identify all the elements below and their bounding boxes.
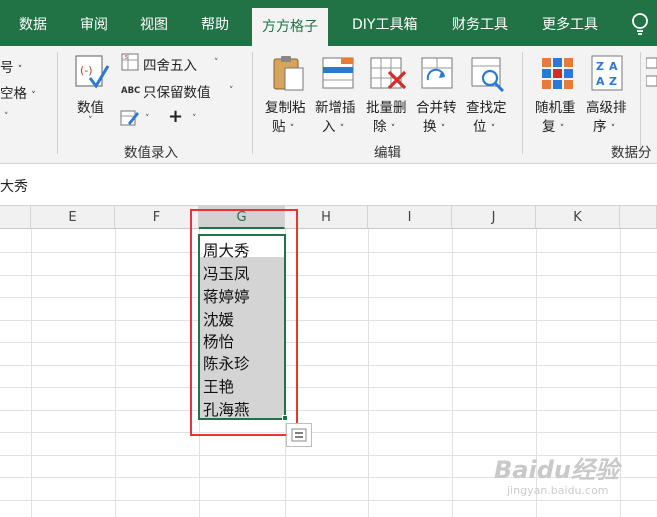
merge-convert-button-line2[interactable]: 换 ˅ <box>423 115 445 135</box>
plus-icon[interactable]: + <box>168 106 183 127</box>
chevron-down-icon[interactable]: ˅ <box>229 86 234 96</box>
partial-icon <box>646 57 657 87</box>
advanced-sort-button[interactable]: 高级排 <box>586 96 627 116</box>
gridline <box>0 275 657 276</box>
find-locate-button[interactable]: 查找定 <box>466 96 507 116</box>
svg-text:A: A <box>596 75 605 88</box>
tab-finance-tools[interactable]: 财务工具 <box>452 0 508 46</box>
ribbon-item-partial-1[interactable]: 号 ˅ <box>0 56 22 76</box>
tab-fangfang[interactable]: 方方格子 <box>252 8 328 46</box>
gridline <box>0 410 657 411</box>
insert-rows-icon[interactable] <box>321 56 355 90</box>
svg-text:.5: .5 <box>123 55 128 61</box>
merge-convert-icon[interactable] <box>420 56 454 90</box>
column-header-f[interactable]: F <box>115 206 199 229</box>
gridline <box>620 229 621 517</box>
group-separator <box>640 52 641 154</box>
advanced-sort-button-line2[interactable]: 序 ˅ <box>593 115 615 135</box>
batch-delete-icon[interactable] <box>369 56 407 90</box>
batch-delete-button-line2[interactable]: 除 ˅ <box>373 115 395 135</box>
round-icon: .5 <box>121 53 139 71</box>
tab-diy-toolbox[interactable]: DIY工具箱 <box>352 0 417 46</box>
clipboard-icon[interactable] <box>271 54 305 92</box>
gridline <box>0 500 657 501</box>
column-header-partial[interactable] <box>620 206 657 229</box>
copy-paste-button[interactable]: 复制粘 <box>265 96 306 116</box>
insert-new-button[interactable]: 新增插 <box>315 96 356 116</box>
group-label-data-analysis: 数据分 <box>611 145 652 161</box>
column-header-partial[interactable] <box>0 206 31 229</box>
numeric-value-icon[interactable]: (-) <box>74 54 110 92</box>
watermark-url: jingyan.baidu.com <box>507 484 609 497</box>
svg-text:A: A <box>609 60 618 73</box>
gridline <box>0 365 657 366</box>
gridline <box>0 342 657 343</box>
group-label-edit: 编辑 <box>374 145 401 161</box>
chevron-down-icon[interactable]: ˅ <box>4 112 9 122</box>
chevron-down-icon[interactable]: ˅ <box>145 114 150 124</box>
gridline <box>31 229 32 517</box>
insert-new-button-line2[interactable]: 入 ˅ <box>322 115 344 135</box>
copy-paste-button-line2[interactable]: 贴 ˅ <box>272 115 294 135</box>
svg-text:Z: Z <box>596 60 604 73</box>
group-label-numeric-input: 数值录入 <box>124 145 178 161</box>
chevron-down-icon[interactable]: ˅ <box>88 116 93 126</box>
ribbon-tab-bar: 数据 审阅 视图 帮助 方方格子 DIY工具箱 财务工具 更多工具 <box>0 0 657 46</box>
chevron-down-icon[interactable]: ˅ <box>192 114 197 124</box>
svg-text:Z: Z <box>609 75 617 88</box>
gridline <box>452 229 453 517</box>
tab-review[interactable]: 审阅 <box>80 0 108 46</box>
random-repeat-button[interactable]: 随机重 <box>535 96 576 116</box>
random-repeat-button-line2[interactable]: 复 ˅ <box>542 115 564 135</box>
formula-bar[interactable]: 大秀 <box>0 164 657 206</box>
tab-help[interactable]: 帮助 <box>201 0 229 46</box>
column-header-j[interactable]: J <box>452 206 536 229</box>
gridline <box>0 252 657 253</box>
gridline <box>0 432 657 433</box>
group-separator <box>252 52 253 154</box>
chevron-down-icon[interactable]: ˅ <box>214 58 219 68</box>
watermark-logo: Baidu经验 <box>494 456 619 484</box>
tab-more-tools[interactable]: 更多工具 <box>542 0 598 46</box>
gridline <box>0 320 657 321</box>
merge-convert-button[interactable]: 合并转 <box>416 96 457 116</box>
numeric-value-button[interactable]: 数值 <box>77 96 104 116</box>
batch-delete-button[interactable]: 批量删 <box>366 96 407 116</box>
formula-bar-content[interactable]: 大秀 <box>0 176 28 196</box>
edit-table-icon[interactable] <box>120 109 140 127</box>
svg-text:ABC: ABC <box>121 86 140 96</box>
highlight-box <box>190 209 298 436</box>
sort-az-icon[interactable]: Z A A Z <box>590 54 626 92</box>
lightbulb-icon[interactable] <box>627 10 653 38</box>
column-header-i[interactable]: I <box>368 206 452 229</box>
svg-text:(-): (-) <box>80 64 93 77</box>
gridline <box>368 229 369 517</box>
column-header-k[interactable]: K <box>536 206 620 229</box>
round-button[interactable]: 四舍五入 <box>143 54 197 74</box>
gridline <box>115 229 116 517</box>
abc-icon: ABC <box>121 86 140 96</box>
tab-data[interactable]: 数据 <box>19 0 47 46</box>
quick-analysis-icon <box>291 428 307 442</box>
ribbon-item-partial-2[interactable]: 空格 ˅ <box>0 82 36 102</box>
find-locate-icon[interactable] <box>470 56 506 92</box>
find-locate-button-line2[interactable]: 位 ˅ <box>473 115 495 135</box>
gridline <box>0 297 657 298</box>
tab-view[interactable]: 视图 <box>140 0 168 46</box>
keep-values-button[interactable]: 只保留数值 <box>143 81 211 101</box>
gridline <box>0 387 657 388</box>
ribbon-panel: 号 ˅ 空格 ˅ ˅ (-) 数值 ˅ .5 四舍五入 ˅ ABC 只保留数值 … <box>0 46 657 164</box>
quick-analysis-button[interactable] <box>286 423 312 447</box>
group-separator <box>57 52 58 154</box>
random-repeat-icon[interactable] <box>540 56 574 90</box>
column-header-e[interactable]: E <box>31 206 115 229</box>
group-separator <box>522 52 523 154</box>
